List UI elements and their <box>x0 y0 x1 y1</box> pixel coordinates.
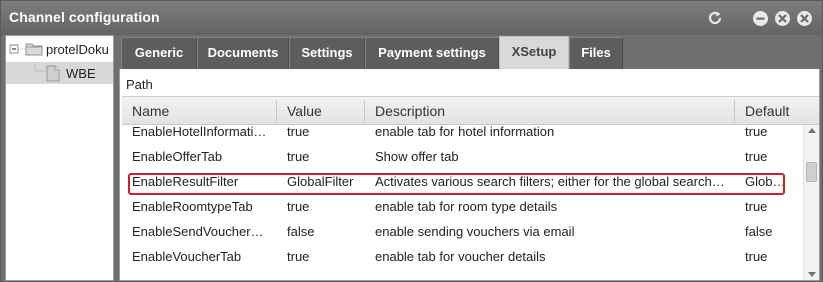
table-row[interactable]: EnableOfferTab true Show offer tab true <box>122 144 803 169</box>
path-label: Path <box>126 77 153 92</box>
cell-value: true <box>287 149 310 164</box>
column-divider[interactable] <box>364 100 365 123</box>
column-header-value[interactable]: Value <box>287 103 322 119</box>
tab-strip: Generic Documents Settings Payment setti… <box>119 35 820 69</box>
title-bar: Channel configuration <box>1 1 822 35</box>
tree-item-label: protelDoku C <box>46 42 113 57</box>
cell-default: Glob… <box>745 174 783 189</box>
cell-name: EnableResultFilter <box>132 174 239 189</box>
column-header-default[interactable]: Default <box>745 103 789 119</box>
cell-default: false <box>745 224 773 239</box>
cell-value: true <box>287 249 310 264</box>
tab-settings[interactable]: Settings <box>289 37 365 69</box>
table-row[interactable]: EnableHotelInformati… true enable tab fo… <box>122 125 803 144</box>
minimize-icon[interactable] <box>753 11 768 26</box>
table-row[interactable]: EnableSendVoucher… false enable sending … <box>122 219 803 244</box>
restore-icon[interactable] <box>775 11 790 26</box>
configuration-panel: Generic Documents Settings Payment setti… <box>119 35 820 281</box>
scroll-up-icon[interactable] <box>808 128 816 133</box>
table-row-highlighted[interactable]: EnableResultFilter GlobalFilter Activate… <box>122 169 803 194</box>
tab-generic[interactable]: Generic <box>121 37 197 69</box>
channel-tree: protelDoku C WBE <box>5 35 114 281</box>
vertical-scrollbar[interactable] <box>803 125 819 280</box>
cell-description: enable tab for room type details <box>375 199 558 214</box>
cell-value: false <box>287 224 315 239</box>
cell-value: GlobalFilter <box>287 174 354 189</box>
column-header-name[interactable]: Name <box>132 103 169 119</box>
column-header-description[interactable]: Description <box>375 103 445 119</box>
tree-item-wbe[interactable]: WBE <box>6 62 113 84</box>
cell-description: Show offer tab <box>375 149 459 164</box>
tab-payment-settings[interactable]: Payment settings <box>365 37 499 69</box>
cell-name: EnableRoomtypeTab <box>132 199 253 214</box>
channel-configuration-window: Channel configuration protelDoku WBE Gen… <box>0 0 823 282</box>
cell-name: EnableOfferTab <box>132 149 223 164</box>
tab-documents[interactable]: Documents <box>197 37 289 69</box>
table-row[interactable]: EnableVoucherTab true enable tab for vou… <box>122 244 803 269</box>
cell-default: true <box>745 125 768 139</box>
settings-grid: Name Value Description Default EnableHot… <box>122 96 819 280</box>
cell-description: Activates various search filters; either… <box>375 174 725 189</box>
document-icon <box>46 65 60 82</box>
cell-description: enable tab for hotel information <box>375 125 555 139</box>
tree-item-label: WBE <box>66 66 96 81</box>
cell-description: enable tab for voucher details <box>375 249 546 264</box>
scroll-thumb[interactable] <box>806 162 817 182</box>
cell-value: true <box>287 199 310 214</box>
refresh-icon[interactable] <box>707 10 723 26</box>
tree-collapse-icon[interactable] <box>9 41 25 57</box>
tree-item-proteldoku[interactable]: protelDoku C <box>6 38 113 60</box>
cell-description: enable sending vouchers via email <box>375 224 575 239</box>
xsetup-content: Path Name Value Description Default Enab… <box>119 69 820 281</box>
column-divider[interactable] <box>276 100 277 123</box>
folder-icon <box>25 43 43 56</box>
cell-default: true <box>745 249 768 264</box>
cell-name: EnableVoucherTab <box>132 249 242 264</box>
window-title: Channel configuration <box>9 9 160 25</box>
grid-rows: EnableHotelInformati… true enable tab fo… <box>122 125 803 280</box>
cell-default: true <box>745 149 768 164</box>
table-row[interactable]: EnableRoomtypeTab true enable tab for ro… <box>122 194 803 219</box>
tab-xsetup[interactable]: XSetup <box>499 36 569 69</box>
scroll-down-icon[interactable] <box>808 272 816 277</box>
cell-value: true <box>287 125 310 139</box>
close-icon[interactable] <box>797 11 812 26</box>
grid-header: Name Value Description Default <box>122 96 819 125</box>
cell-default: true <box>745 199 768 214</box>
cell-name: EnableHotelInformati… <box>132 125 267 139</box>
tab-files[interactable]: Files <box>569 37 623 69</box>
cell-name: EnableSendVoucher… <box>132 224 264 239</box>
column-divider[interactable] <box>734 100 735 123</box>
